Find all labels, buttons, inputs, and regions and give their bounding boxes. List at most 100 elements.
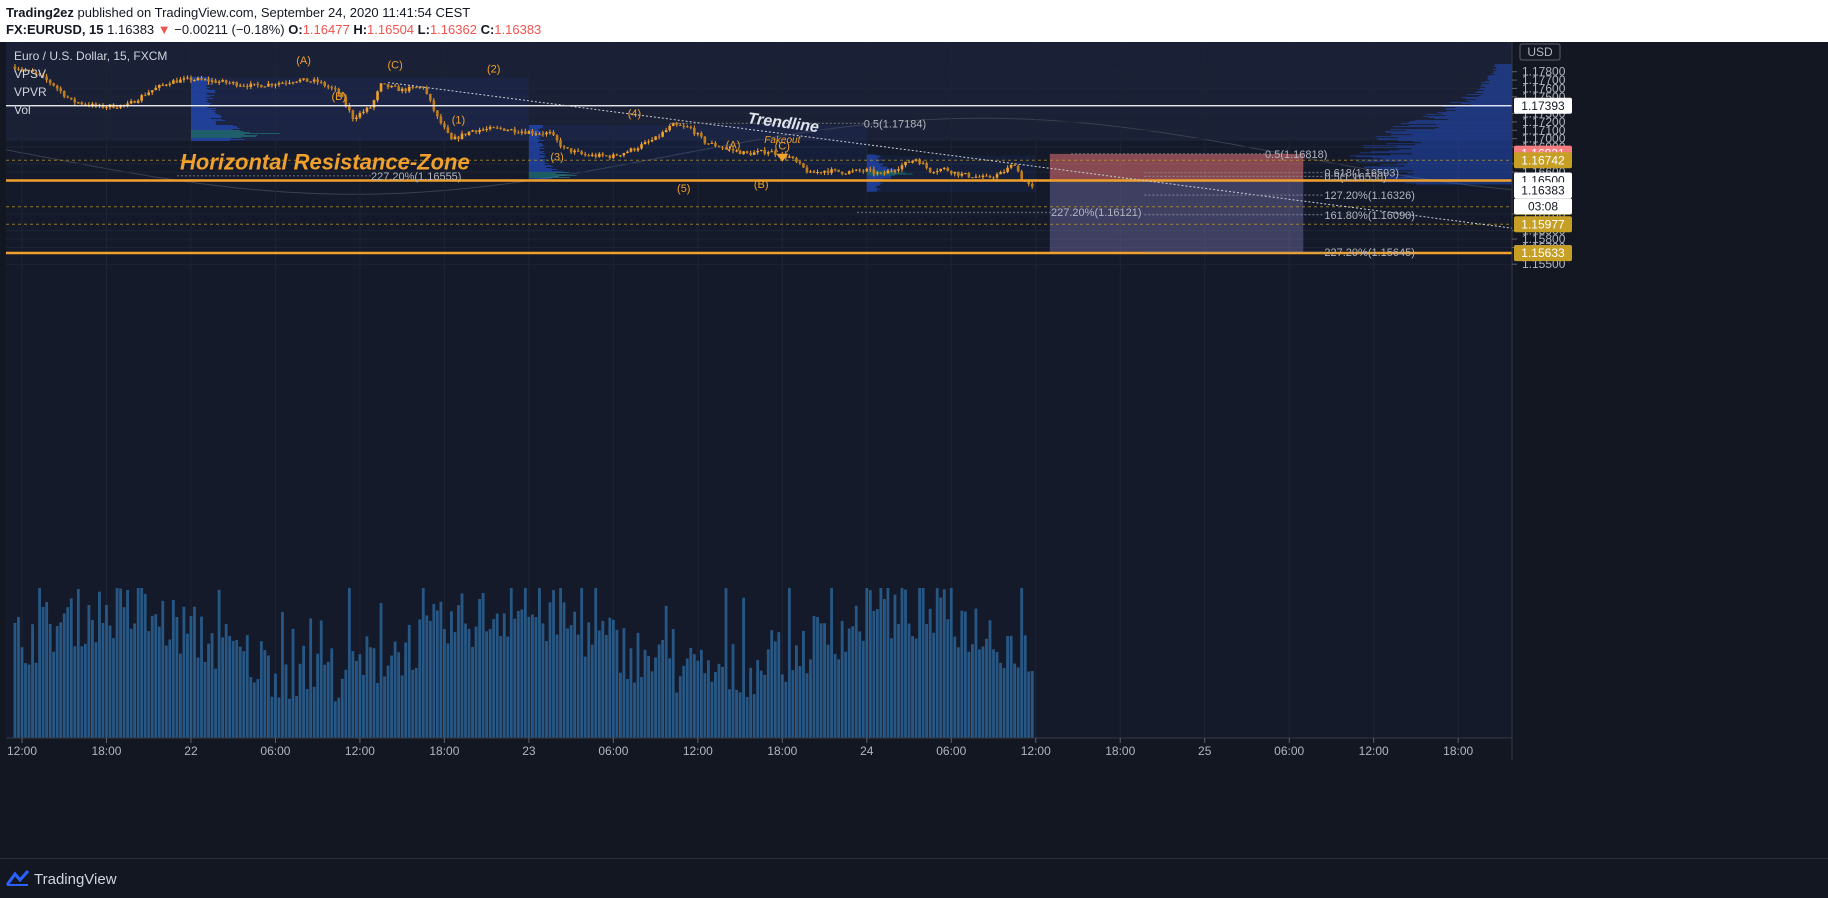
vpvr-row — [1379, 164, 1512, 166]
candle-body — [562, 146, 566, 148]
time-tick-label: 18:00 — [1443, 744, 1473, 758]
volume-bar — [812, 616, 816, 738]
tradingview-logo-icon[interactable] — [6, 869, 30, 887]
volume-bar — [738, 692, 742, 738]
candle-body — [193, 80, 196, 82]
volume-bar — [48, 623, 52, 738]
candle-body — [569, 148, 573, 153]
volume-bar — [450, 611, 453, 738]
profile-row — [190, 112, 216, 113]
volume-bar — [210, 633, 214, 738]
legend-indicator[interactable]: VPVR — [14, 85, 47, 99]
candle-body — [949, 170, 953, 174]
time-tick-label: 22 — [184, 744, 198, 758]
candle-body — [795, 158, 798, 162]
time-tick-label: 18:00 — [91, 744, 121, 758]
volume-bar — [309, 618, 313, 738]
volume-bar — [819, 623, 823, 738]
candle-body — [633, 148, 636, 151]
profile-row — [528, 155, 545, 156]
volume-bar — [200, 616, 203, 738]
fib-level-label: 0.5(1.16818) — [1265, 149, 1327, 161]
volume-bar — [939, 597, 943, 738]
author-name[interactable]: Trading2ez — [6, 5, 74, 20]
profile-row — [190, 116, 222, 117]
volume-bar — [263, 650, 267, 738]
volume-bar — [773, 641, 777, 738]
volume-bar — [534, 617, 538, 738]
vpvr-row — [1362, 145, 1512, 147]
volume-bar — [193, 606, 196, 738]
vpvr-row — [1483, 93, 1512, 94]
volume-bar — [362, 674, 365, 738]
profile-row — [190, 88, 209, 90]
legend-title[interactable]: Euro / U.S. Dollar, 15, FXCM — [14, 49, 167, 63]
candle-body — [548, 132, 552, 134]
candle-body — [538, 133, 541, 135]
volume-bar — [372, 648, 376, 738]
volume-bar — [453, 632, 457, 738]
profile-row — [528, 161, 545, 162]
candle-body — [928, 167, 932, 173]
volume-bar — [428, 620, 432, 738]
legend-indicator[interactable]: Vol — [14, 103, 31, 117]
volume-bar — [214, 668, 217, 738]
candle-body — [474, 130, 478, 133]
candle-body — [865, 168, 869, 172]
candle-body — [869, 168, 872, 170]
vpvr-row — [1381, 174, 1512, 176]
profile-row — [528, 178, 552, 179]
profile-row — [866, 160, 881, 162]
profile-row — [190, 108, 216, 109]
candle-body — [802, 163, 805, 168]
volume-bar — [995, 652, 999, 738]
volume-bar — [573, 611, 577, 738]
profile-row — [528, 177, 570, 178]
time-tick-label: 18:00 — [1105, 744, 1135, 758]
profile-row — [190, 126, 238, 127]
volume-bar — [1023, 635, 1027, 738]
candle-body — [291, 82, 295, 84]
vpvr-row — [1445, 115, 1512, 116]
vpvr-row — [1442, 106, 1512, 107]
volume-bar — [710, 681, 714, 738]
volume-bar — [119, 588, 122, 738]
profile-row — [866, 156, 881, 158]
candle-body — [478, 130, 481, 133]
volume-bar — [844, 651, 848, 738]
candle-body — [615, 154, 619, 156]
candle-body — [629, 148, 633, 152]
volume-bar — [464, 623, 467, 738]
volume-bar — [411, 669, 415, 738]
volume-bar — [284, 664, 288, 738]
volume-bar — [622, 628, 626, 738]
volume-bar — [699, 649, 703, 738]
candle-body — [524, 131, 527, 134]
volume-bar — [488, 628, 492, 738]
profile-row — [528, 145, 545, 146]
volume-bar — [766, 649, 770, 738]
profile-row — [866, 174, 896, 176]
vpvr-row — [1494, 74, 1512, 75]
profile-row — [190, 140, 230, 141]
candle-body — [714, 142, 717, 147]
volume-bar — [615, 629, 619, 738]
volume-bar — [140, 588, 144, 738]
candle-body — [485, 128, 488, 130]
volume-bar — [509, 588, 513, 738]
legend-indicator[interactable]: VPSV — [14, 67, 46, 81]
volume-bar — [942, 589, 946, 738]
volume-bar — [52, 651, 56, 738]
profile-row — [528, 143, 542, 144]
low-label: L: — [417, 22, 430, 37]
candle-body — [260, 85, 263, 88]
candle-body — [693, 128, 696, 135]
volume-bar — [861, 640, 865, 738]
candle-body — [971, 177, 974, 179]
candle-body — [383, 83, 386, 85]
price-chart[interactable]: 0.5(1.17184)227.20%(1.16555)0.5(1.16818)… — [0, 42, 1828, 858]
candle-body — [932, 172, 935, 174]
footer-brand[interactable]: TradingView — [34, 871, 117, 888]
volume-bar — [41, 606, 45, 738]
profile-row — [190, 99, 209, 101]
